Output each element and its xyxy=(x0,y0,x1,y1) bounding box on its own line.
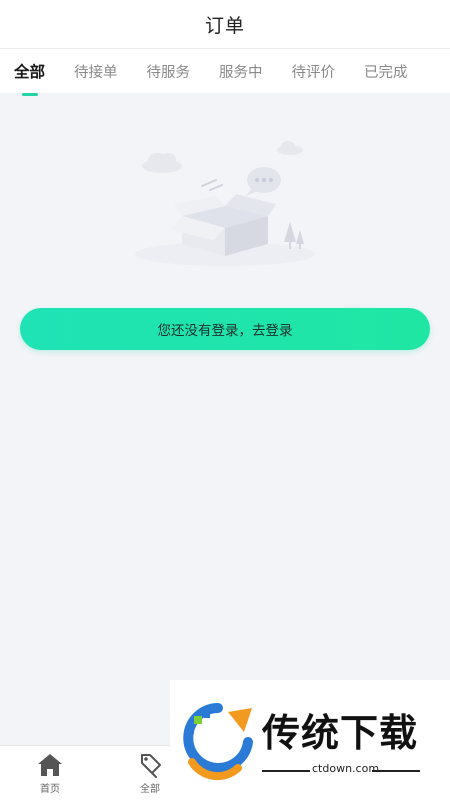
watermark-line-left xyxy=(262,770,310,772)
orders-screen: 订单 全部 待接单 待服务 服务中 待评价 已完成 您还没有登录，去登录 首页 … xyxy=(0,0,450,800)
ctdown-logo-icon xyxy=(183,703,253,781)
tab-label: 已完成 xyxy=(364,64,408,81)
tab-label: 待接单 xyxy=(74,64,118,81)
tab-all[interactable]: 全部 xyxy=(14,60,46,96)
tab-pending-review[interactable]: 待评价 xyxy=(292,61,336,82)
page-title: 订单 xyxy=(204,14,245,37)
home-icon xyxy=(38,753,62,776)
tab-in-service[interactable]: 服务中 xyxy=(219,61,263,82)
watermark-url: ctdown.com xyxy=(312,762,380,775)
order-status-tabs: 全部 待接单 待服务 服务中 待评价 已完成 xyxy=(0,49,450,96)
tab-label: 全部 xyxy=(14,63,46,81)
login-button-label: 您还没有登录，去登录 xyxy=(157,323,293,339)
tab-label: 待服务 xyxy=(146,64,191,81)
active-tab-indicator xyxy=(21,93,38,96)
nav-label: 首页 xyxy=(40,783,60,795)
tab-pending-service[interactable]: 待服务 xyxy=(147,61,191,82)
watermark-line-right xyxy=(372,770,420,772)
login-button[interactable]: 您还没有登录，去登录 xyxy=(20,308,430,350)
empty-box-icon xyxy=(135,141,315,266)
watermark-brand: 传统下载 xyxy=(262,711,419,755)
tab-pending-accept[interactable]: 待接单 xyxy=(74,61,118,82)
top-bar: 订单 xyxy=(0,0,450,49)
nav-label: 全部 xyxy=(140,783,160,795)
tag-icon xyxy=(141,753,161,778)
tab-label: 待评价 xyxy=(291,64,336,81)
tab-completed[interactable]: 已完成 xyxy=(364,61,408,82)
watermark-overlay: 传统下载 ctdown.com xyxy=(170,680,450,800)
nav-item-home[interactable]: 首页 xyxy=(0,746,100,800)
tab-label: 服务中 xyxy=(219,64,263,81)
